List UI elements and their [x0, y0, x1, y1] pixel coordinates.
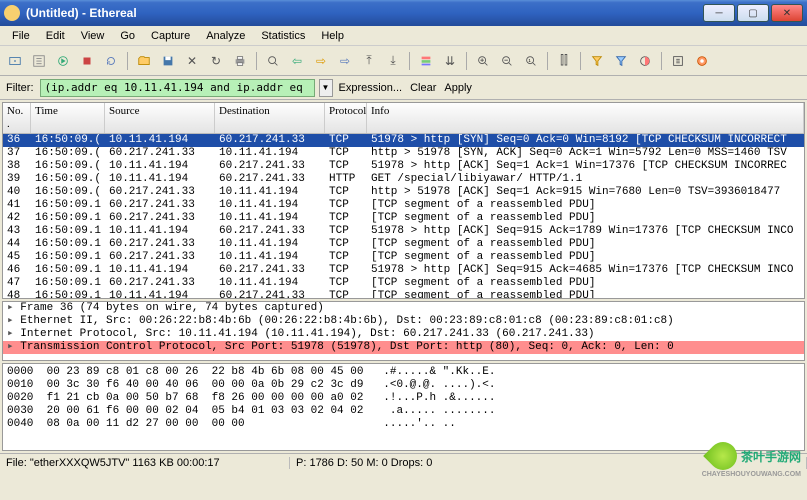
packet-row[interactable]: 3616:50:09.(10.11.41.19460.217.241.33TCP… — [3, 134, 804, 147]
svg-text:1: 1 — [528, 57, 531, 62]
menu-bar: File Edit View Go Capture Analyze Statis… — [0, 26, 807, 46]
menu-help[interactable]: Help — [313, 28, 352, 44]
restart-capture-icon[interactable] — [100, 50, 122, 72]
packet-row[interactable]: 4516:50:09.160.217.241.3310.11.41.194TCP… — [3, 251, 804, 264]
packet-row[interactable]: 4716:50:09.160.217.241.3310.11.41.194TCP… — [3, 277, 804, 290]
start-capture-icon[interactable] — [52, 50, 74, 72]
go-back-icon[interactable]: ⇦ — [286, 50, 308, 72]
window-title: (Untitled) - Ethereal — [26, 6, 703, 20]
print-icon[interactable] — [229, 50, 251, 72]
col-info[interactable]: Info — [367, 103, 804, 133]
close-button[interactable]: ✕ — [771, 4, 803, 22]
stop-capture-icon[interactable] — [76, 50, 98, 72]
tree-row[interactable]: Transmission Control Protocol, Src Port:… — [3, 341, 804, 354]
separator — [661, 52, 662, 70]
packet-row[interactable]: 4816:50:09.110.11.41.19460.217.241.33TCP… — [3, 290, 804, 299]
packet-row[interactable]: 4316:50:09.110.11.41.19460.217.241.33TCP… — [3, 225, 804, 238]
separator — [580, 52, 581, 70]
zoom-in-icon[interactable] — [472, 50, 494, 72]
col-no[interactable]: No. . — [3, 103, 31, 133]
clear-button[interactable]: Clear — [408, 82, 438, 94]
separator — [466, 52, 467, 70]
options-icon[interactable] — [28, 50, 50, 72]
status-file: File: "etherXXXQW5JTV" 1163 KB 00:00:17 — [0, 457, 290, 469]
col-destination[interactable]: Destination — [215, 103, 325, 133]
menu-capture[interactable]: Capture — [143, 28, 198, 44]
filter-input[interactable] — [40, 79, 315, 97]
col-time[interactable]: Time — [31, 103, 105, 133]
col-source[interactable]: Source — [105, 103, 215, 133]
auto-scroll-icon[interactable]: ⇊ — [439, 50, 461, 72]
menu-statistics[interactable]: Statistics — [253, 28, 313, 44]
separator — [409, 52, 410, 70]
filter-dropdown-icon[interactable]: ▼ — [319, 79, 333, 97]
packet-row[interactable]: 3816:50:09.(10.11.41.19460.217.241.33TCP… — [3, 160, 804, 173]
colorize-icon[interactable] — [415, 50, 437, 72]
status-bar: File: "etherXXXQW5JTV" 1163 KB 00:00:17 … — [0, 453, 807, 471]
preferences-icon[interactable] — [667, 50, 689, 72]
tree-row[interactable]: Internet Protocol, Src: 10.11.41.194 (10… — [3, 328, 804, 341]
packet-row[interactable]: 4216:50:09.160.217.241.3310.11.41.194TCP… — [3, 212, 804, 225]
menu-analyze[interactable]: Analyze — [198, 28, 253, 44]
separator — [127, 52, 128, 70]
interfaces-icon[interactable] — [4, 50, 26, 72]
separator — [547, 52, 548, 70]
packet-bytes-pane[interactable]: 0000 00 23 89 c8 01 c8 00 26 22 b8 4b 6b… — [2, 363, 805, 451]
maximize-button[interactable]: ▢ — [737, 4, 769, 22]
save-icon[interactable] — [157, 50, 179, 72]
packet-row[interactable]: 4016:50:09.(60.217.241.3310.11.41.194TCP… — [3, 186, 804, 199]
separator — [256, 52, 257, 70]
menu-view[interactable]: View — [73, 28, 113, 44]
resize-columns-icon[interactable]: ⫿⫿ — [553, 50, 575, 72]
find-icon[interactable] — [262, 50, 284, 72]
menu-edit[interactable]: Edit — [38, 28, 73, 44]
title-bar: (Untitled) - Ethereal ─ ▢ ✕ — [0, 0, 807, 26]
capture-filters-icon[interactable] — [586, 50, 608, 72]
packet-row[interactable]: 3916:50:09.(10.11.41.19460.217.241.33HTT… — [3, 173, 804, 186]
packet-details-pane[interactable]: Frame 36 (74 bytes on wire, 74 bytes cap… — [2, 301, 805, 361]
packet-list-pane[interactable]: No. . Time Source Destination Protocol I… — [2, 102, 805, 299]
filter-label: Filter: — [4, 82, 36, 94]
filter-bar: Filter: ▼ Expression... Clear Apply — [0, 76, 807, 100]
close-file-icon[interactable]: ✕ — [181, 50, 203, 72]
packet-row[interactable]: 4416:50:09.160.217.241.3310.11.41.194TCP… — [3, 238, 804, 251]
go-first-icon[interactable]: ⤒ — [358, 50, 380, 72]
menu-file[interactable]: File — [4, 28, 38, 44]
watermark-url: CHAYESHOUYOUWANG.COM — [702, 471, 801, 478]
status-packets: P: 1786 D: 50 M: 0 Drops: 0 — [290, 457, 807, 469]
help-icon[interactable] — [691, 50, 713, 72]
apply-button[interactable]: Apply — [442, 82, 474, 94]
tree-row[interactable]: Ethernet II, Src: 00:26:22:b8:4b:6b (00:… — [3, 315, 804, 328]
tree-row[interactable]: Frame 36 (74 bytes on wire, 74 bytes cap… — [3, 302, 804, 315]
zoom-100-icon[interactable]: 1 — [520, 50, 542, 72]
reload-icon[interactable]: ↻ — [205, 50, 227, 72]
go-last-icon[interactable]: ⤓ — [382, 50, 404, 72]
app-icon — [4, 5, 20, 21]
col-protocol[interactable]: Protocol — [325, 103, 367, 133]
coloring-rules-icon[interactable] — [634, 50, 656, 72]
packet-row[interactable]: 3716:50:09.(60.217.241.3310.11.41.194TCP… — [3, 147, 804, 160]
packet-list-header: No. . Time Source Destination Protocol I… — [3, 103, 804, 134]
go-forward-icon[interactable]: ⇨ — [310, 50, 332, 72]
toolbar: ✕ ↻ ⇦ ⇨ ⇨ ⤒ ⤓ ⇊ 1 ⫿⫿ — [0, 46, 807, 76]
packet-row[interactable]: 4116:50:09.160.217.241.3310.11.41.194TCP… — [3, 199, 804, 212]
display-filters-icon[interactable] — [610, 50, 632, 72]
go-to-icon[interactable]: ⇨ — [334, 50, 356, 72]
packet-row[interactable]: 4616:50:09.110.11.41.19460.217.241.33TCP… — [3, 264, 804, 277]
menu-go[interactable]: Go — [112, 28, 143, 44]
minimize-button[interactable]: ─ — [703, 4, 735, 22]
open-icon[interactable] — [133, 50, 155, 72]
zoom-out-icon[interactable] — [496, 50, 518, 72]
add-expression-button[interactable]: Expression... — [337, 82, 405, 94]
